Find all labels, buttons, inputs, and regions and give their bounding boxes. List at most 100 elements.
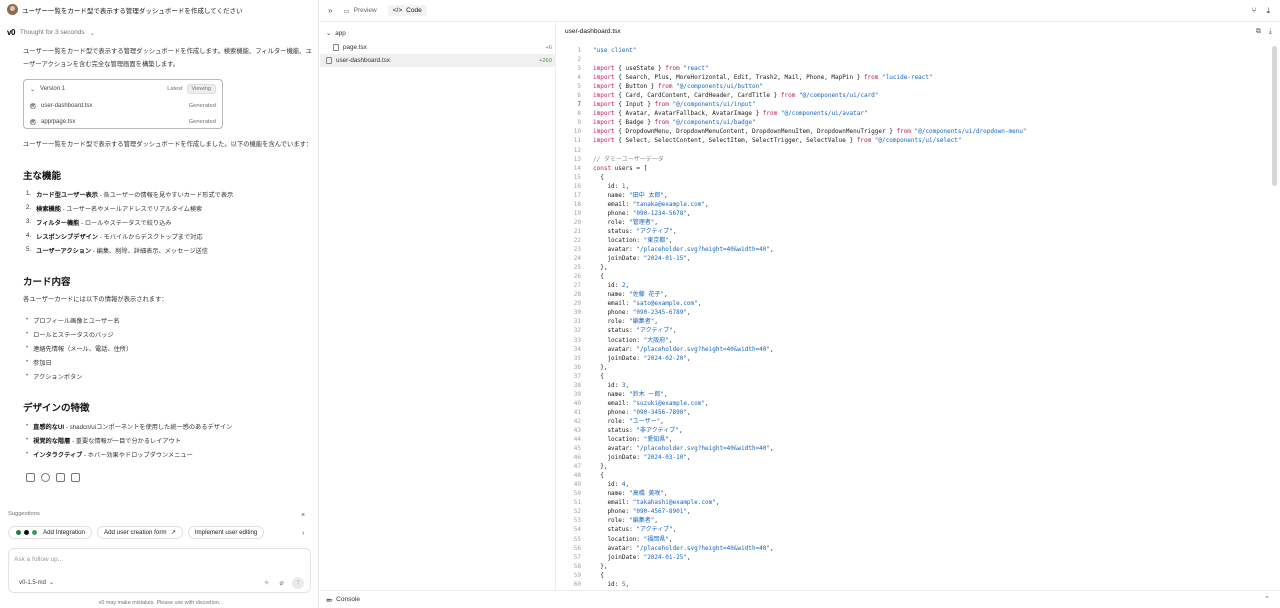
line-number: 24	[573, 255, 581, 263]
line-number: 2	[577, 56, 581, 64]
code-text: import { Card, CardContent, CardHeader, …	[593, 92, 879, 100]
vertical-scrollbar[interactable]	[1272, 46, 1277, 186]
console-icon: ▭	[326, 596, 333, 604]
file-icon	[326, 57, 332, 64]
line-number: 21	[573, 227, 581, 235]
design-desc: - 重要な情報が一目で分かるレイアウト	[70, 438, 181, 445]
line-number: 36	[573, 363, 581, 371]
suggestion-label: Add Integration	[43, 529, 85, 536]
feature-text: カード型ユーザー表示 - 各ユーザーの情報を見やすいカード形式で表示	[36, 190, 233, 199]
suggestion-label: Add user creation form	[103, 529, 167, 536]
avatar[interactable]	[7, 4, 18, 15]
section-title-features: 主な機能	[23, 171, 62, 182]
suggestion-chip-user-editing[interactable]: Implement user editing	[187, 526, 265, 539]
suggestion-label: Implement user editing	[194, 529, 258, 536]
list-number: 5.	[26, 246, 32, 253]
retry-icon[interactable]	[41, 473, 50, 482]
code-line: 47 },	[556, 462, 1268, 471]
follow-up-input[interactable]	[14, 556, 294, 563]
git-branch-icon[interactable]: ⑂	[1252, 6, 1257, 16]
feature-text: 検索機能 - ユーザー名やメールアドレスでリアルタイム検索	[36, 204, 202, 213]
tab-code[interactable]: </> Code	[387, 5, 427, 16]
code-line: 16 id: 1,	[556, 182, 1268, 191]
close-icon[interactable]: ×	[301, 512, 305, 519]
chevron-up-icon[interactable]: ⌃	[1264, 595, 1270, 603]
code-text: name: "佐藤 花子",	[593, 291, 668, 299]
code-text: email: "takahashi@example.com",	[593, 499, 720, 507]
code-line: 5 import { Button } from "@/components/ui…	[556, 82, 1268, 91]
card-content-text: 参加日	[33, 360, 52, 367]
bullet-icon: •	[26, 372, 29, 379]
follow-up-box: v0-1.5-md ⌄ ✧ ⌀ ↑	[8, 548, 311, 593]
paperclip-icon[interactable]: ⌀	[277, 579, 286, 588]
console-bar[interactable]: ▭ Console ⌃	[320, 590, 1280, 608]
code-line: 58 },	[556, 562, 1268, 571]
code-line: 32 status: "アクティブ",	[556, 326, 1268, 335]
code-line: 40 email: "suzuki@example.com",	[556, 399, 1268, 408]
code-text: avatar: "/placeholder.svg?height=40&widt…	[593, 544, 774, 552]
line-number: 34	[573, 345, 581, 353]
editor-filename: user-dashboard.tsx	[565, 28, 621, 35]
sidebar-toggle-icon[interactable]: »	[328, 6, 332, 15]
line-number: 13	[573, 155, 581, 163]
line-number: 11	[573, 137, 581, 145]
assistant-summary: ユーザー一覧をカード型で表示する管理ダッシュボードを作成しました。以下の機能を含…	[23, 141, 313, 148]
feature-name: レスポンシブデザイン	[36, 234, 99, 241]
file-icon	[333, 44, 339, 51]
code-line: 28 name: "佐藤 花子",	[556, 290, 1268, 299]
line-number: 48	[573, 472, 581, 480]
code-icon: </>	[392, 7, 403, 14]
list-number: 1.	[26, 190, 32, 197]
feature-name: ユーザーアクション	[36, 248, 92, 255]
tree-file-selected[interactable]: user-dashboard.tsx +260	[320, 54, 556, 67]
line-number: 37	[573, 372, 581, 380]
version-file-row[interactable]: app/page.tsx Generated	[24, 114, 222, 130]
download-icon[interactable]: ⤓	[1266, 6, 1270, 16]
line-number: 51	[573, 499, 581, 507]
code-text: name: "鈴木 一郎",	[593, 390, 668, 398]
tab-preview[interactable]: ▭ Preview	[338, 5, 381, 17]
code-line: 12	[556, 146, 1268, 155]
code-editor[interactable]: user-dashboard.tsx ⧉ ⤓ 1 "use client" 2 3 im…	[556, 22, 1280, 590]
suggestions-title: Suggestions	[8, 511, 40, 517]
copy-icon[interactable]	[26, 473, 35, 482]
chevron-right-icon[interactable]: ›	[302, 530, 304, 537]
code-line: 37 {	[556, 372, 1268, 381]
code-text: location: "大阪府",	[593, 336, 673, 344]
thumbs-up-icon[interactable]	[56, 473, 65, 482]
suggestion-chip-integration[interactable]: Add Integration	[8, 526, 92, 539]
version-file-row[interactable]: user-dashboard.tsx Generated	[24, 98, 222, 114]
sparkle-icon[interactable]: ✧	[262, 579, 271, 588]
line-number: 54	[573, 526, 581, 534]
line-number: 19	[573, 209, 581, 217]
code-text: import { Badge } from "@/components/ui/b…	[593, 119, 756, 127]
chevron-down-icon: ⌄	[326, 30, 332, 37]
suggestion-chip-user-form[interactable]: Add user creation form ↗	[96, 526, 183, 539]
suggestions-row: Add Integration Add user creation form ↗…	[8, 526, 311, 540]
code-text: id: 4,	[593, 481, 630, 489]
tree-folder-app[interactable]: ⌄ app	[320, 27, 556, 40]
feature-text: フィルター機能 - ロールやステータスで絞り込み	[36, 218, 171, 227]
code-line: 46 joinDate: "2024-03-10",	[556, 453, 1268, 462]
thumbs-down-icon[interactable]	[71, 473, 80, 482]
line-number: 29	[573, 300, 581, 308]
code-text: name: "高橋 美咲",	[593, 490, 668, 498]
code-text: const users = [	[593, 164, 648, 172]
copy-icon[interactable]: ⧉	[1256, 28, 1261, 36]
code-text: email: "tanaka@example.com",	[593, 200, 709, 208]
tree-file[interactable]: page.tsx +6	[320, 41, 556, 54]
model-select[interactable]: v0-1.5-md ⌄	[19, 579, 54, 587]
version-card[interactable]: ⌄ Version 1 Latest Viewing user-dashboard…	[23, 79, 223, 129]
line-number: 14	[573, 164, 581, 172]
code-line: 51 email: "takahashi@example.com",	[556, 498, 1268, 507]
line-number: 22	[573, 236, 581, 244]
app-root: ユーザー一覧をカード型で表示する管理ダッシュボードを作成してください v0 Th…	[0, 0, 1280, 608]
thought-toggle[interactable]: v0 Thought for 3 seconds ⌄	[7, 28, 95, 37]
send-button[interactable]: ↑	[292, 577, 304, 589]
line-number: 4	[577, 74, 581, 82]
code-line: 35 joinDate: "2024-02-20",	[556, 354, 1268, 363]
code-text: import { Button } from "@/components/ui/…	[593, 83, 763, 91]
code-text: email: "suzuki@example.com",	[593, 399, 709, 407]
download-icon[interactable]: ⤓	[1269, 28, 1272, 36]
version-header[interactable]: ⌄ Version 1 Latest Viewing	[24, 81, 222, 97]
